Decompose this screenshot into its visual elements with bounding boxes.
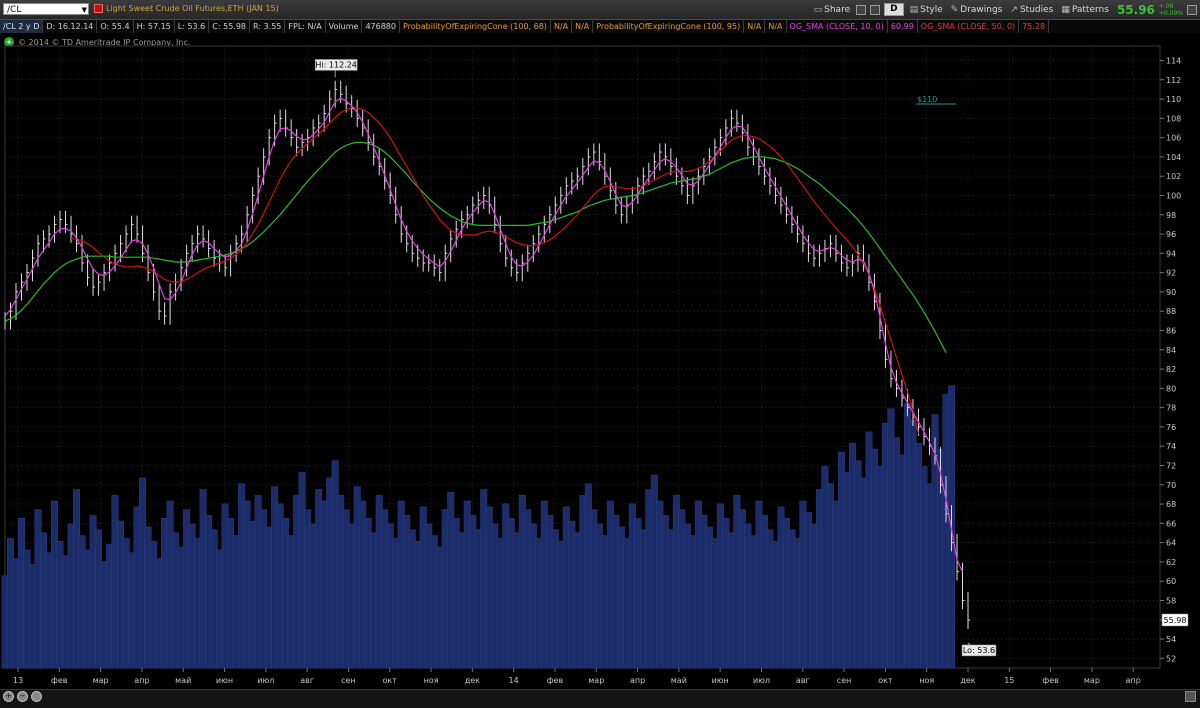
- x-tick-label: окт: [383, 676, 398, 685]
- x-tick-label: дек: [960, 676, 975, 685]
- x-tick-label: мар: [93, 676, 109, 685]
- x-tick-label: сен: [341, 676, 356, 685]
- y-tick-label: 86: [1166, 326, 1176, 335]
- x-tick-label: апр: [630, 676, 645, 685]
- y-tick-label: 70: [1166, 481, 1176, 490]
- y-tick-label: 62: [1166, 558, 1176, 567]
- y-tick-label: 84: [1166, 346, 1176, 355]
- x-tick-label: фев: [547, 676, 564, 685]
- price-chart[interactable]: 5254565860626466687072747678808284868890…: [0, 0, 1200, 707]
- x-tick-label: май: [175, 676, 191, 685]
- x-tick-label: июн: [216, 676, 233, 685]
- x-tick-label: фев: [1042, 676, 1059, 685]
- x-tick-label: 15: [1004, 676, 1014, 685]
- y-tick-label: 90: [1166, 288, 1176, 297]
- x-tick-label: 14: [509, 676, 519, 685]
- x-tick-label: ноя: [919, 676, 934, 685]
- y-tick-label: 68: [1166, 500, 1176, 509]
- y-tick-label: 102: [1166, 172, 1181, 181]
- zoom-in-icon[interactable]: +: [3, 691, 14, 702]
- y-tick-label: 92: [1166, 269, 1176, 278]
- y-tick-label: 114: [1166, 56, 1181, 65]
- y-tick-label: 74: [1166, 442, 1176, 451]
- y-tick-label: 72: [1166, 461, 1176, 470]
- x-tick-label: фев: [51, 676, 68, 685]
- high-label: Hi: 112.24: [315, 60, 356, 69]
- x-tick-label: июл: [753, 676, 770, 685]
- x-tick-label: 13: [13, 676, 23, 685]
- y-tick-label: 52: [1166, 654, 1176, 663]
- low-label: Lo: 53.6: [963, 646, 995, 655]
- x-tick-label: май: [671, 676, 687, 685]
- y-tick-label: 106: [1166, 134, 1181, 143]
- x-tick-label: окт: [878, 676, 893, 685]
- y-tick-label: 60: [1166, 577, 1176, 586]
- bottom-bar: [0, 689, 1200, 708]
- y-tick-label: 110: [1166, 95, 1181, 104]
- y-tick-label: 82: [1166, 365, 1176, 374]
- y-tick-label: 80: [1166, 384, 1176, 393]
- expand-icon[interactable]: [1185, 691, 1196, 702]
- x-tick-label: апр: [1126, 676, 1141, 685]
- y-tick-label: 112: [1166, 76, 1181, 85]
- y-tick-label: 104: [1166, 153, 1181, 162]
- zoom-reset-icon[interactable]: [31, 691, 42, 702]
- x-tick-label: дек: [465, 676, 480, 685]
- x-tick-label: мар: [1084, 676, 1100, 685]
- y-tick-label: 96: [1166, 230, 1176, 239]
- x-tick-label: авг: [300, 676, 314, 685]
- x-tick-label: июл: [257, 676, 274, 685]
- x-tick-label: июн: [712, 676, 729, 685]
- zoom-out-icon[interactable]: −: [17, 691, 28, 702]
- level-marker-label: $110: [917, 95, 937, 104]
- y-tick-label: 98: [1166, 211, 1176, 220]
- x-tick-label: мар: [588, 676, 604, 685]
- x-tick-label: авг: [796, 676, 810, 685]
- y-tick-label: 88: [1166, 307, 1176, 316]
- y-tick-label: 94: [1166, 249, 1176, 258]
- y-tick-label: 76: [1166, 423, 1176, 432]
- last-price-label: 55.98: [1164, 616, 1187, 625]
- y-tick-label: 54: [1166, 635, 1176, 644]
- y-tick-label: 64: [1166, 539, 1176, 548]
- x-tick-label: сен: [837, 676, 852, 685]
- y-tick-label: 66: [1166, 519, 1176, 528]
- y-tick-label: 58: [1166, 596, 1176, 605]
- y-tick-label: 78: [1166, 404, 1176, 413]
- y-tick-label: 108: [1166, 114, 1181, 123]
- x-tick-label: ноя: [424, 676, 439, 685]
- x-tick-label: апр: [134, 676, 149, 685]
- y-tick-label: 100: [1166, 191, 1181, 200]
